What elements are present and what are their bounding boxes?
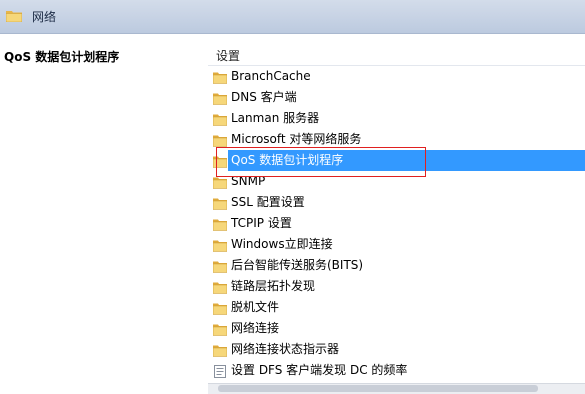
list-item-label: SSL 配置设置 xyxy=(231,195,305,209)
list-item-label: 链路层拓扑发现 xyxy=(231,279,316,293)
list-item[interactable]: DNS 客户端 xyxy=(208,87,585,108)
column-header-label: 设置 xyxy=(216,49,241,63)
list-item[interactable]: BranchCache xyxy=(208,66,585,87)
folder-icon xyxy=(212,259,228,273)
settings-list-pane[interactable]: 设置 BranchCache DNS 客户端 Lanman 服务器 Microsoft… xyxy=(208,44,585,393)
list-item-label: 后台智能传送服务(BITS) xyxy=(231,258,364,272)
list-item[interactable]: 网络连接状态指示器 xyxy=(208,339,585,360)
list-item[interactable]: 链路层拓扑发现 xyxy=(208,276,585,297)
settings-list: BranchCache DNS 客户端 Lanman 服务器 Microsoft 对等… xyxy=(208,66,585,381)
folder-icon xyxy=(212,91,228,105)
list-item-label: Lanman 服务器 xyxy=(231,111,320,125)
scrollbar-thumb[interactable] xyxy=(218,385,538,392)
policy-setting-icon xyxy=(213,364,227,378)
list-item[interactable]: Windows立即连接 xyxy=(208,234,585,255)
folder-icon xyxy=(212,238,228,252)
horizontal-scrollbar[interactable] xyxy=(208,383,585,394)
folder-icon xyxy=(212,301,228,315)
list-item[interactable]: 网络连接 xyxy=(208,318,585,339)
folder-icon xyxy=(212,322,228,336)
list-item[interactable]: SSL 配置设置 xyxy=(208,192,585,213)
list-item-label: BranchCache xyxy=(231,69,311,83)
folder-icon xyxy=(212,70,228,84)
folder-icon xyxy=(212,343,228,357)
folder-icon xyxy=(212,196,228,210)
list-item-label: 脱机文件 xyxy=(231,300,280,314)
list-item-label: TCPIP 设置 xyxy=(231,216,292,230)
annotation-highlight-box xyxy=(216,147,426,177)
list-item-label: 网络连接状态指示器 xyxy=(231,342,340,356)
column-header-setting[interactable]: 设置 xyxy=(208,44,585,66)
header-title: 网络 xyxy=(32,10,57,24)
selected-node-title: QoS 数据包计划程序 xyxy=(4,50,120,64)
list-item-label: 设置 DFS 客户端发现 DC 的频率 xyxy=(231,363,408,377)
list-item[interactable]: 后台智能传送服务(BITS) xyxy=(208,255,585,276)
list-item-label: 网络连接 xyxy=(231,321,280,335)
list-item-label: Windows立即连接 xyxy=(231,237,333,251)
list-item[interactable]: TCPIP 设置 xyxy=(208,213,585,234)
folder-icon xyxy=(212,133,228,147)
list-item[interactable]: 脱机文件 xyxy=(208,297,585,318)
folder-icon xyxy=(6,11,22,22)
list-item[interactable]: 设置 DFS 客户端发现 DC 的频率 xyxy=(208,360,585,381)
folder-icon xyxy=(212,280,228,294)
description-pane: QoS 数据包计划程序 xyxy=(0,34,200,393)
list-item-label: DNS 客户端 xyxy=(231,90,297,104)
folder-icon xyxy=(212,112,228,126)
window-header: 网络 xyxy=(0,0,585,34)
list-item[interactable]: Lanman 服务器 xyxy=(208,108,585,129)
folder-icon xyxy=(212,217,228,231)
